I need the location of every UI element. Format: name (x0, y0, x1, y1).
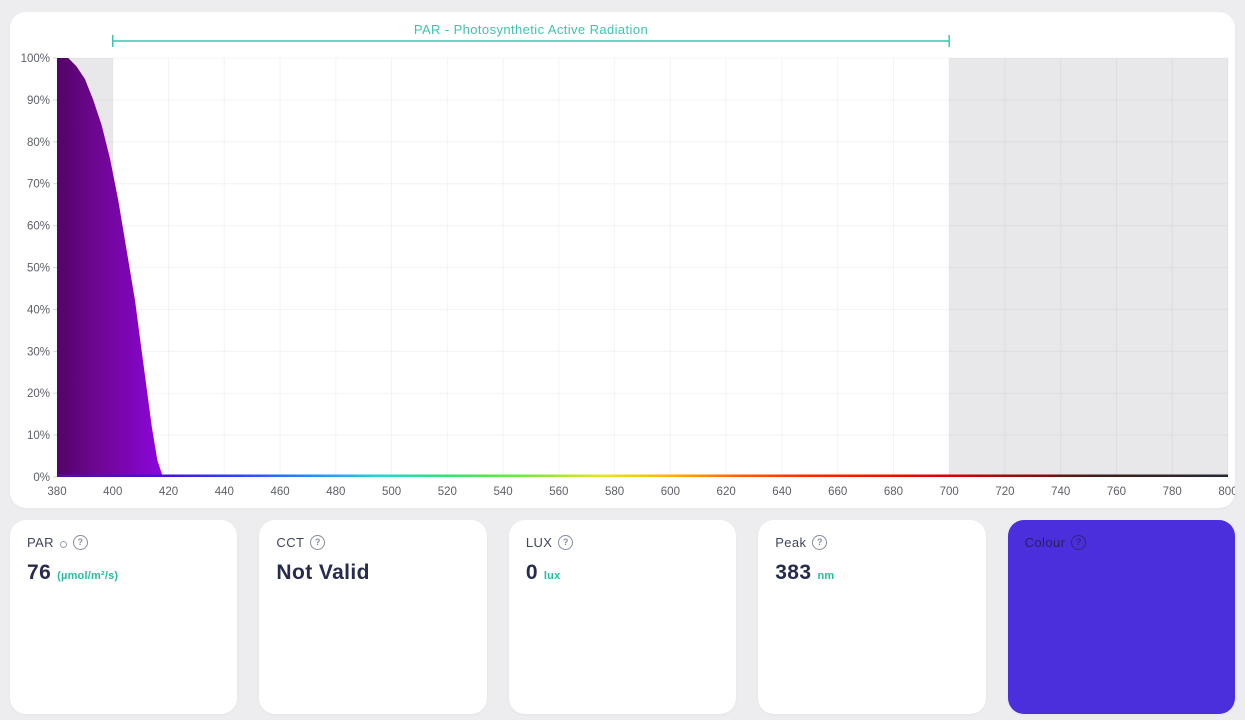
spectrum-chart: 380 400 420 440 460 480 500 520 540 560 580 600 620 6… (10, 12, 1235, 508)
x-tick-label: 660 (828, 486, 847, 498)
y-tick-label: 30% (27, 346, 50, 358)
y-tick-label: 50% (27, 263, 50, 275)
par-degree-icon (60, 541, 67, 548)
x-tick-label: 740 (1051, 486, 1070, 498)
peak-card-value-row: 383 nm (775, 561, 968, 585)
y-tick-label: 0% (33, 472, 50, 484)
par-unit: (µmol/m²/s) (57, 570, 118, 582)
x-tick-label: 520 (438, 486, 457, 498)
y-tick-label: 40% (27, 304, 50, 316)
lux-card-header: LUX ? (526, 535, 719, 550)
spectrum-chart-panel: 380 400 420 440 460 480 500 520 540 560 580 600 620 6… (10, 12, 1235, 508)
x-tick-label: 640 (772, 486, 791, 498)
y-tick-label: 10% (27, 430, 50, 442)
peak-unit: nm (817, 570, 834, 582)
peak-help-icon[interactable]: ? (812, 535, 827, 550)
par-card-value-row: 76 (µmol/m²/s) (27, 561, 220, 585)
x-tick-label: 560 (549, 486, 568, 498)
lux-card-value-row: 0 lux (526, 561, 719, 585)
par-card: PAR ? 76 (µmol/m²/s) (10, 520, 237, 714)
colour-card-header: Colour ? (1025, 535, 1218, 550)
x-tick-label: 460 (270, 486, 289, 498)
peak-card-header: Peak ? (775, 535, 968, 550)
colour-card-label: Colour (1025, 535, 1066, 550)
cct-help-icon[interactable]: ? (310, 535, 325, 550)
colour-help-icon[interactable]: ? (1071, 535, 1086, 550)
peak-card: Peak ? 383 nm (758, 520, 985, 714)
x-tick-label: 800 (1218, 486, 1235, 498)
cct-card: CCT ? Not Valid (259, 520, 486, 714)
x-tick-label: 440 (215, 486, 234, 498)
colour-card: Colour ? (1008, 520, 1235, 714)
y-tick-label: 20% (27, 388, 50, 400)
par-help-icon[interactable]: ? (73, 535, 88, 550)
par-card-label: PAR (27, 535, 54, 550)
par-value: 76 (27, 561, 51, 585)
x-tick-label: 540 (494, 486, 513, 498)
lux-value: 0 (526, 561, 538, 585)
x-tick-label: 680 (884, 486, 903, 498)
x-tick-label: 780 (1163, 486, 1182, 498)
cct-value: Not Valid (276, 561, 369, 585)
metric-cards-row: PAR ? 76 (µmol/m²/s) CCT ? Not Valid LUX… (10, 520, 1235, 714)
lux-card: LUX ? 0 lux (509, 520, 736, 714)
x-tick-label: 760 (1107, 486, 1126, 498)
x-tick-label: 480 (326, 486, 345, 498)
x-tick-label: 720 (995, 486, 1014, 498)
x-tick-label: 580 (605, 486, 624, 498)
y-tick-label: 70% (27, 179, 50, 191)
peak-card-label: Peak (775, 535, 806, 550)
x-tick-label: 600 (661, 486, 680, 498)
x-tick-label: 380 (47, 486, 66, 498)
spectrum-baseline (57, 475, 1228, 478)
y-tick-label: 60% (27, 221, 50, 233)
lux-unit: lux (544, 570, 561, 582)
x-tick-label: 620 (717, 486, 736, 498)
par-range-title: PAR - Photosynthetic Active Radiation (113, 22, 949, 38)
lux-card-label: LUX (526, 535, 553, 550)
y-tick-label: 80% (27, 137, 50, 149)
cct-card-label: CCT (276, 535, 304, 550)
peak-value: 383 (775, 561, 811, 585)
cct-card-header: CCT ? (276, 535, 469, 550)
par-card-header: PAR ? (27, 535, 220, 550)
y-tick-label: 100% (21, 53, 50, 65)
lux-help-icon[interactable]: ? (558, 535, 573, 550)
x-tick-label: 500 (382, 486, 401, 498)
x-tick-label: 420 (159, 486, 178, 498)
x-tick-label: 400 (103, 486, 122, 498)
x-tick-label: 700 (940, 486, 959, 498)
y-tick-label: 90% (27, 95, 50, 107)
cct-card-value-row: Not Valid (276, 561, 469, 585)
